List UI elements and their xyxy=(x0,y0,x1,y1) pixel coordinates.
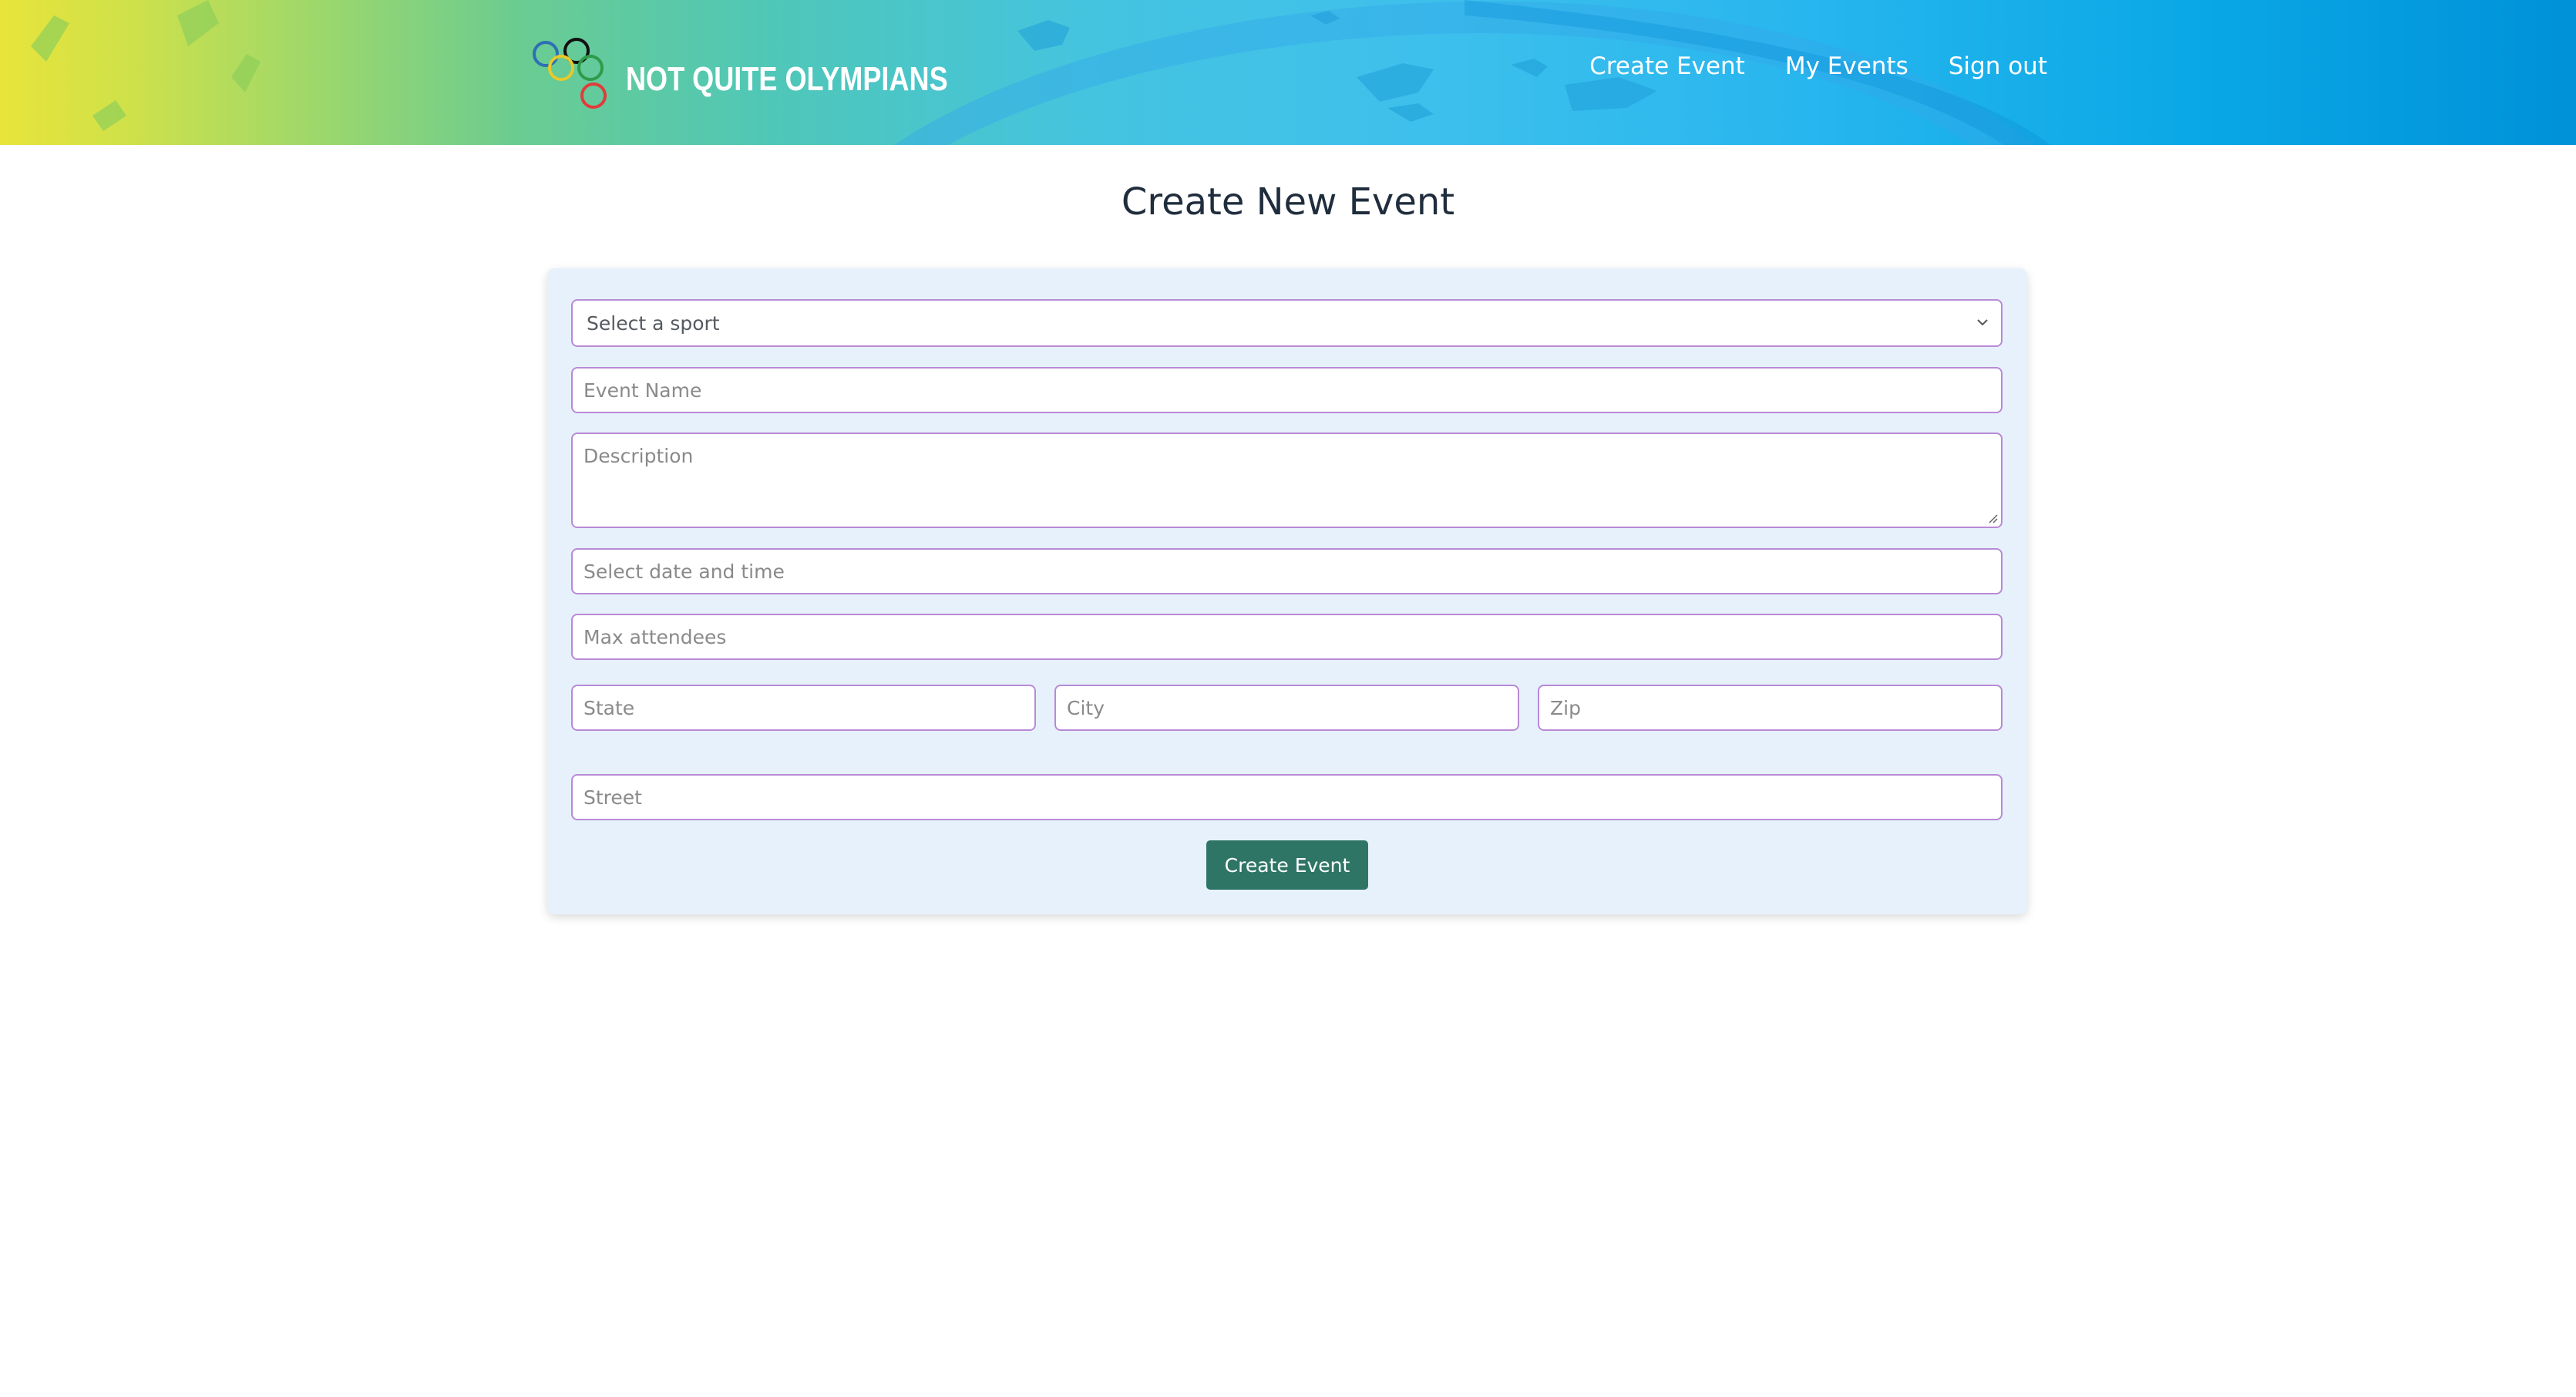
city-field[interactable]: City xyxy=(1054,685,1519,731)
brand-name: NOT QUITE OLYMPIANS xyxy=(626,60,948,98)
datetime-field[interactable]: Select date and time xyxy=(571,548,2003,594)
description-placeholder: Description xyxy=(583,445,694,467)
create-event-form: Select a sport Event Name Description Se… xyxy=(547,268,2027,914)
max-attendees-field[interactable]: Max attendees xyxy=(571,614,2003,660)
sport-select[interactable]: Select a sport xyxy=(571,299,2003,347)
chevron-down-icon xyxy=(1977,319,1988,326)
max-attendees-placeholder: Max attendees xyxy=(583,625,727,648)
main-nav: Create Event My Events Sign out xyxy=(1589,52,2047,80)
resize-grip-icon[interactable] xyxy=(1987,513,1998,523)
state-field[interactable]: State xyxy=(571,685,1036,731)
state-placeholder: State xyxy=(583,696,635,719)
description-field[interactable]: Description xyxy=(571,433,2003,528)
nav-my-events[interactable]: My Events xyxy=(1785,52,1908,80)
street-placeholder: Street xyxy=(583,786,642,809)
site-header: NOT QUITE OLYMPIANS Create Event My Even… xyxy=(0,0,2576,145)
event-name-placeholder: Event Name xyxy=(583,379,702,402)
site-logo[interactable]: NOT QUITE OLYMPIANS xyxy=(530,37,1018,113)
olympic-rings-icon xyxy=(533,38,607,109)
zip-placeholder: Zip xyxy=(1550,696,1581,719)
header-background xyxy=(31,0,2050,145)
nav-sign-out[interactable]: Sign out xyxy=(1949,52,2047,80)
nav-create-event[interactable]: Create Event xyxy=(1589,52,1745,80)
sport-select-value: Select a sport xyxy=(587,311,720,335)
datetime-placeholder: Select date and time xyxy=(583,560,785,583)
create-event-button[interactable]: Create Event xyxy=(1206,840,1368,890)
street-field[interactable]: Street xyxy=(571,774,2003,820)
page-title: Create New Event xyxy=(1121,180,1455,224)
city-placeholder: City xyxy=(1067,696,1105,719)
event-name-field[interactable]: Event Name xyxy=(571,367,2003,413)
zip-field[interactable]: Zip xyxy=(1538,685,2003,731)
